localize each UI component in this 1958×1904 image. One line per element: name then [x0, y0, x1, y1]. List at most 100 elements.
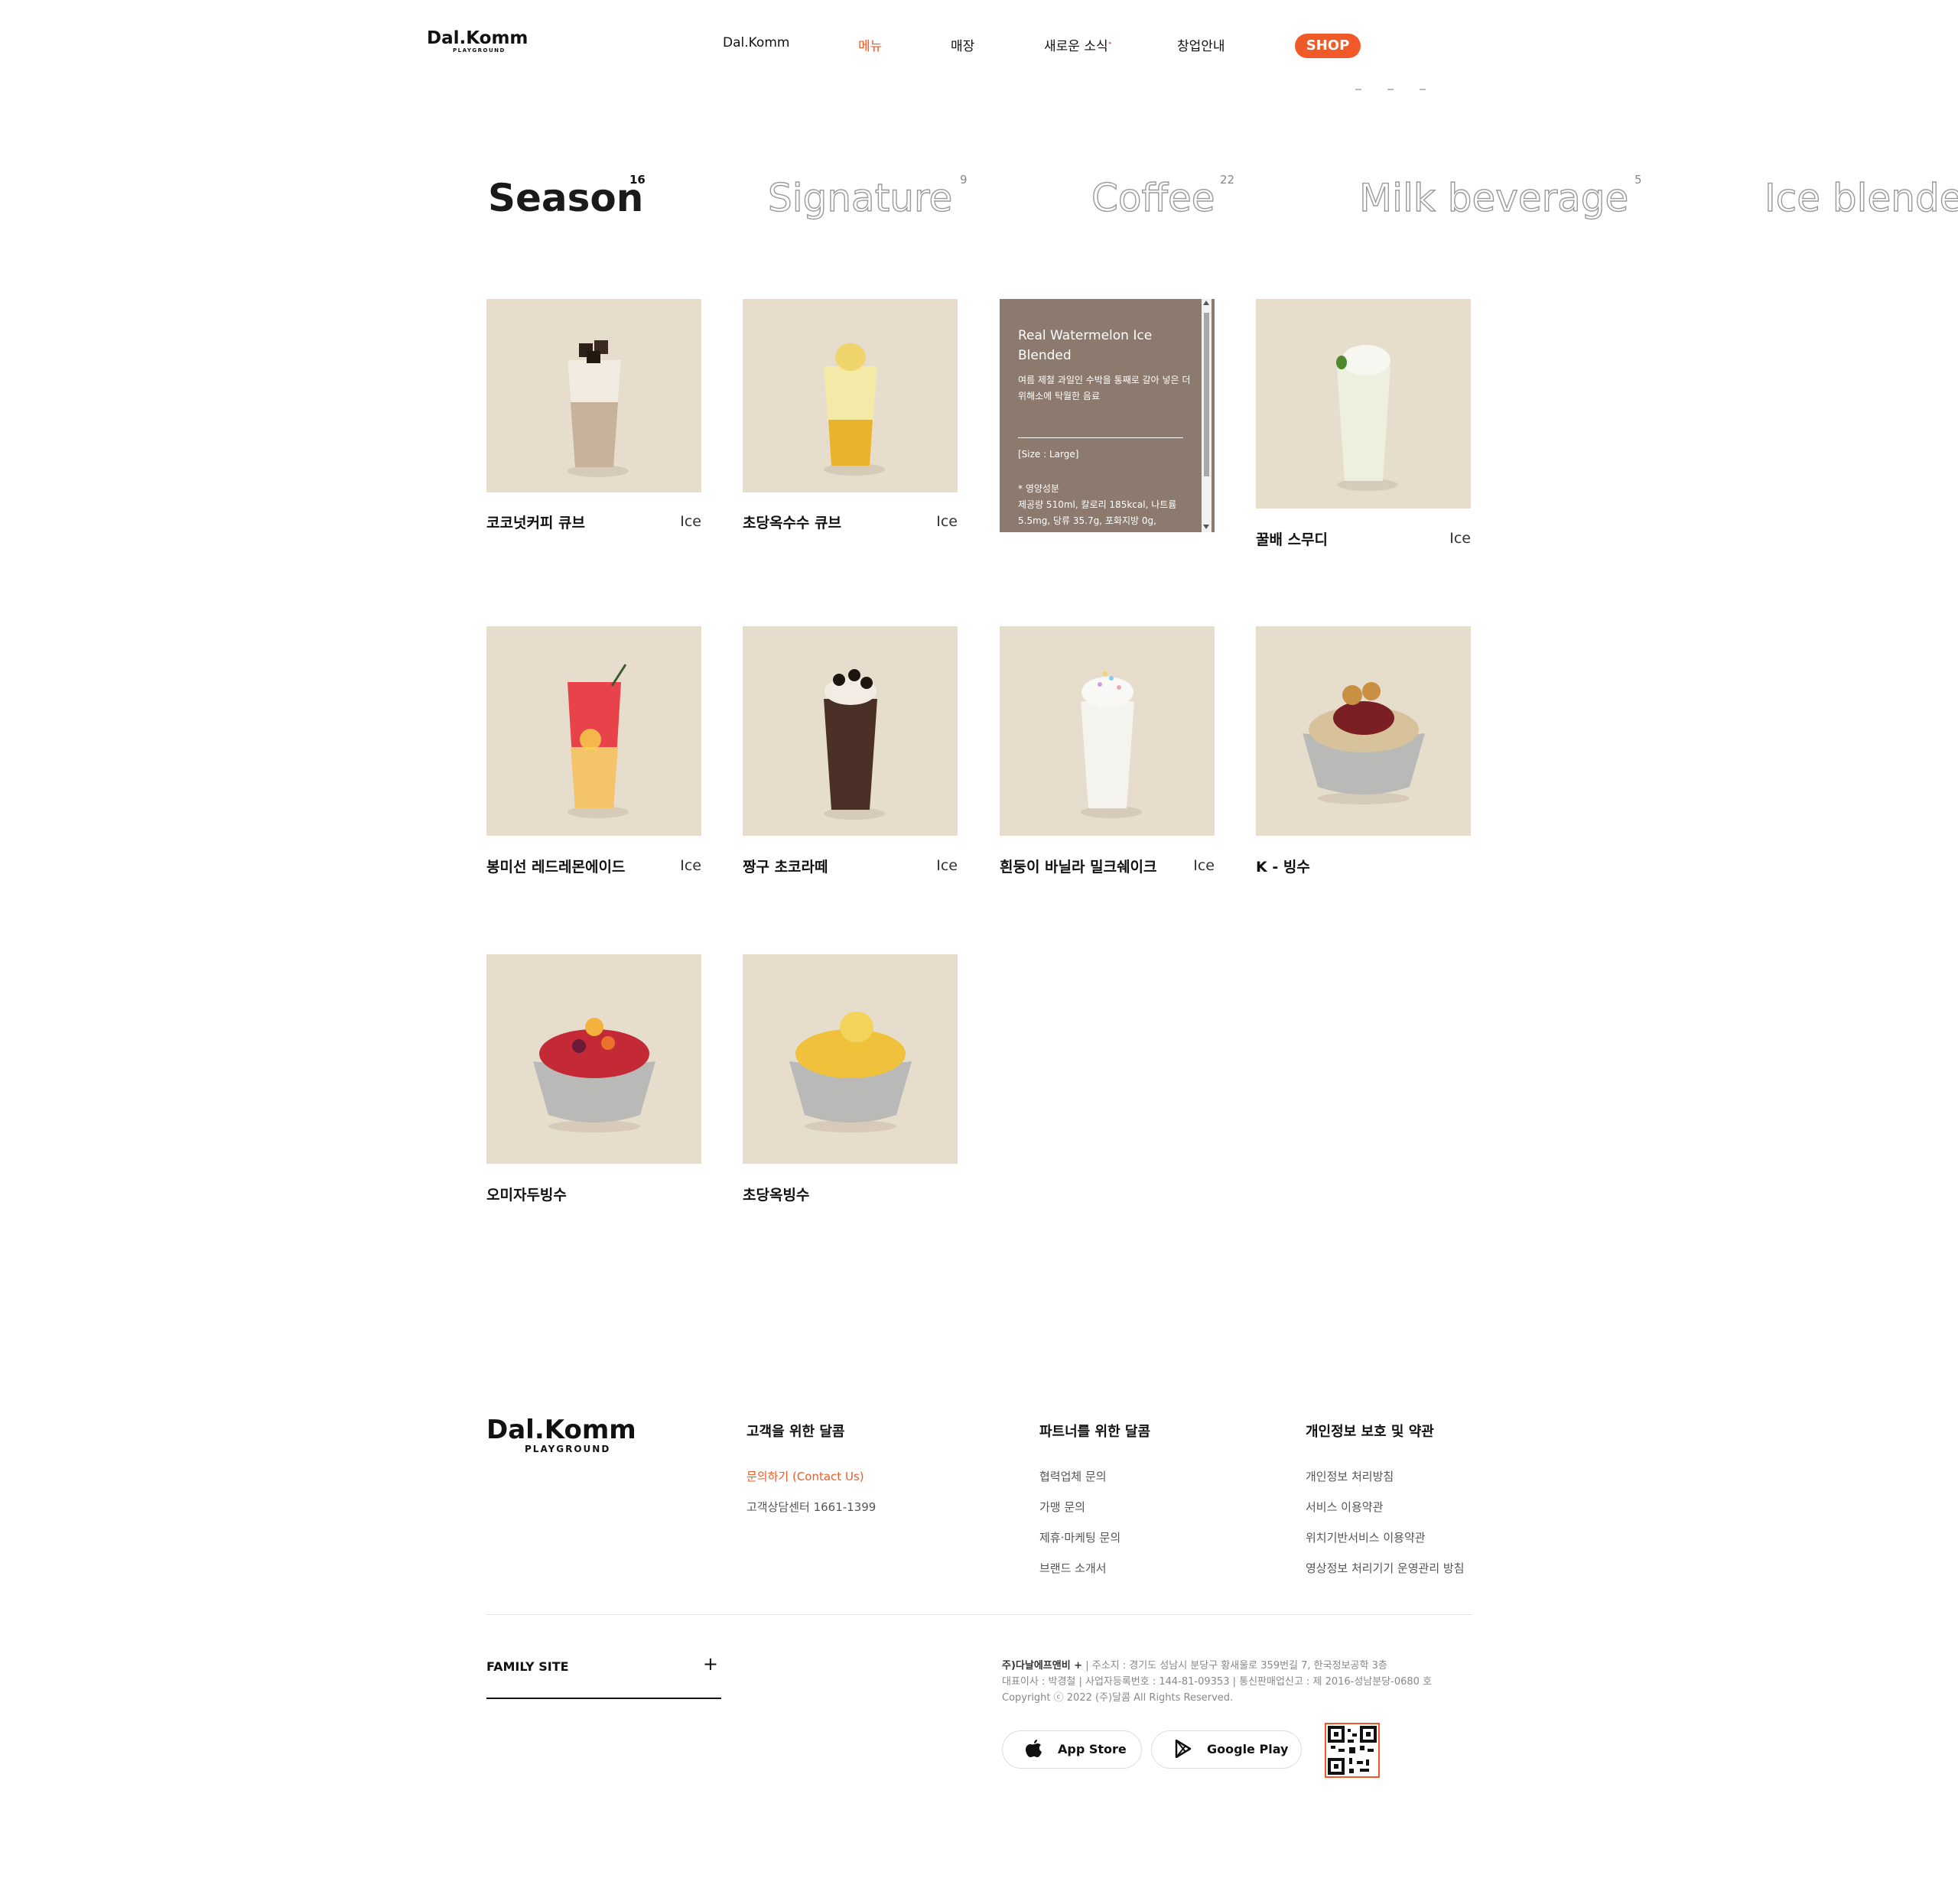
product-tag: Ice	[936, 857, 958, 874]
product-tag: Ice	[1449, 530, 1471, 547]
product-image[interactable]	[1000, 626, 1215, 836]
tab-milk-count: 5	[1634, 173, 1642, 187]
product-name[interactable]: 초당옥수수 큐브	[743, 512, 841, 532]
tab-coffee-count: 22	[1220, 173, 1235, 187]
drink-glass-icon	[823, 669, 885, 820]
customer-center-text: 고객상담센터 1661-1399	[746, 1500, 877, 1514]
overlay-scrollbar[interactable]	[1202, 299, 1212, 532]
nav-menu[interactable]: 메뉴	[858, 35, 882, 54]
scroll-thumb[interactable]	[1204, 313, 1209, 476]
location-terms-link[interactable]: 위치기반서비스 이용약관	[1306, 1529, 1426, 1545]
drink-glass-icon	[1080, 671, 1142, 818]
footer-logo-word: Dal.Komm	[486, 1415, 636, 1445]
new-dot-icon: •	[1107, 40, 1112, 48]
product-card[interactable]: K - 빙수	[1256, 626, 1471, 876]
nav-news[interactable]: 새로운 소식•	[1044, 35, 1112, 54]
product-card[interactable]: 코코넛커피 큐브 Ice	[486, 299, 701, 531]
google-play-icon	[1175, 1739, 1192, 1763]
product-card[interactable]: 초당옥빙수	[743, 954, 958, 1204]
tab-season[interactable]: Season	[488, 173, 643, 223]
company-name: 주)다날에프앤비 +	[1002, 1660, 1083, 1672]
nav-news-label: 새로운 소식	[1044, 39, 1108, 54]
product-image[interactable]	[486, 626, 701, 836]
product-image[interactable]	[486, 954, 701, 1164]
bingsu-bowl-icon	[532, 1018, 655, 1132]
tab-signature-count: 9	[960, 173, 968, 187]
bingsu-bowl-icon	[1302, 682, 1425, 804]
logo-word: Dal.Komm	[427, 28, 529, 48]
product-tag: Ice	[680, 513, 701, 530]
product-image[interactable]	[743, 299, 958, 492]
overlay-nutrition-head: * 영양성분	[1018, 483, 1059, 494]
product-tag: Ice	[1193, 857, 1215, 874]
footer-partner-head: 파트너를 위한 달콤	[1039, 1424, 1151, 1440]
product-image[interactable]	[743, 626, 958, 836]
product-image[interactable]	[1256, 299, 1471, 508]
plus-icon[interactable]: +	[703, 1653, 718, 1675]
product-name[interactable]: K - 빙수	[1256, 856, 1310, 876]
tab-coffee[interactable]: Coffee	[1091, 173, 1215, 223]
nav-stores[interactable]: 매장	[951, 35, 974, 54]
brand-intro-link[interactable]: 브랜드 소개서	[1039, 1560, 1107, 1576]
product-name[interactable]: 초당옥빙수	[743, 1184, 809, 1204]
product-image[interactable]	[486, 299, 701, 492]
bingsu-bowl-icon	[789, 1012, 912, 1132]
product-card[interactable]: 오미자두빙수	[486, 954, 701, 1204]
product-tag: Ice	[680, 857, 701, 874]
submenu-hint	[1355, 86, 1470, 92]
footer-logo[interactable]: Dal.Komm PLAYGROUND	[486, 1416, 636, 1454]
marketing-link[interactable]: 제휴·마케팅 문의	[1039, 1529, 1120, 1545]
tab-milk-beverage[interactable]: Milk beverage	[1358, 173, 1629, 223]
brand-logo[interactable]: Dal.Komm PLAYGROUND	[427, 29, 528, 54]
product-image[interactable]	[743, 954, 958, 1164]
product-name[interactable]: 코코넛커피 큐브	[486, 512, 585, 532]
drink-glass-icon	[1335, 345, 1398, 491]
tab-ice-blended[interactable]: Ice blende	[1764, 173, 1958, 223]
company-address: | 주소지 : 경기도 성남시 분당구 황새울로 359번길 7, 한국정보공학…	[1082, 1660, 1387, 1672]
nav-franchise[interactable]: 창업안내	[1177, 35, 1225, 54]
overlay-nutrition: * 영양성분 제공량 510ml, 칼로리 185kcal, 나트륨 5.5mg…	[1018, 481, 1195, 529]
cctv-policy-link[interactable]: 영상정보 처리기기 운영관리 방침	[1306, 1560, 1465, 1576]
overlay-nutrition-values: 제공량 510ml, 칼로리 185kcal, 나트륨 5.5mg, 당류 35…	[1018, 499, 1177, 526]
product-name[interactable]: 봉미선 레드레몬에이드	[486, 856, 625, 876]
product-card[interactable]: 초당옥수수 큐브 Ice	[743, 299, 958, 531]
overlay-title: Real Watermelon Ice Blended	[1018, 328, 1153, 363]
product-card[interactable]: 흰둥이 바닐라 밀크쉐이크 Ice	[1000, 626, 1215, 876]
nav-dalkomm[interactable]: Dal.Komm	[723, 35, 789, 50]
franchise-link[interactable]: 가맹 문의	[1039, 1499, 1085, 1515]
terms-link[interactable]: 서비스 이용약관	[1306, 1499, 1383, 1515]
product-name[interactable]: 짱구 초코라떼	[743, 856, 828, 876]
overlay-divider	[1018, 437, 1183, 438]
footer-privacy-head: 개인정보 보호 및 약관	[1306, 1424, 1434, 1440]
contact-us-link[interactable]: 문의하기 (Contact Us)	[746, 1468, 864, 1484]
shop-button[interactable]: SHOP	[1295, 34, 1361, 58]
partner-link[interactable]: 협력업체 문의	[1039, 1468, 1107, 1484]
drink-glass-icon	[567, 664, 629, 818]
scroll-down-icon[interactable]	[1203, 525, 1209, 529]
product-detail-overlay[interactable]: Real Watermelon Ice Blended 여름 제철 과일인 수박…	[1000, 299, 1215, 532]
google-play-button[interactable]: Google Play	[1151, 1730, 1302, 1769]
registration-info: 대표이사 : 박경철 | 사업자등록번호 : 144-81-09353 | 통신…	[1002, 1676, 1433, 1688]
overlay-description: 여름 제철 과일인 수박을 통째로 갈아 넣은 더위해소에 탁월한 음료	[1018, 375, 1191, 401]
drink-glass-icon	[823, 343, 885, 476]
company-info: 주)다날에프앤비 + | 주소지 : 경기도 성남시 분당구 황새울로 359번…	[1002, 1657, 1387, 1672]
product-name[interactable]: 흰둥이 바닐라 밀크쉐이크	[1000, 856, 1157, 876]
product-card[interactable]: 봉미선 레드레몬에이드 Ice	[486, 626, 701, 876]
tab-signature[interactable]: Signature	[767, 173, 953, 223]
footer-logo-sub: PLAYGROUND	[525, 1444, 611, 1454]
footer-divider	[486, 1614, 1472, 1615]
google-play-label: Google Play	[1207, 1742, 1289, 1756]
product-card[interactable]: 꿀배 스무디 Ice	[1256, 299, 1471, 548]
app-store-button[interactable]: App Store	[1002, 1730, 1142, 1769]
logo-sub: PLAYGROUND	[453, 47, 506, 54]
tab-season-count: 16	[629, 173, 646, 187]
product-name[interactable]: 오미자두빙수	[486, 1184, 567, 1204]
family-site-label: FAMILY SITE	[486, 1659, 569, 1674]
scroll-up-icon[interactable]	[1203, 301, 1209, 305]
privacy-policy-link[interactable]: 개인정보 처리방침	[1306, 1468, 1394, 1484]
product-image[interactable]	[1256, 626, 1471, 836]
product-card[interactable]: 짱구 초코라떼 Ice	[743, 626, 958, 876]
product-name[interactable]: 꿀배 스무디	[1256, 528, 1328, 549]
product-tag: Ice	[936, 513, 958, 530]
family-site-toggle[interactable]: FAMILY SITE +	[486, 1653, 721, 1699]
